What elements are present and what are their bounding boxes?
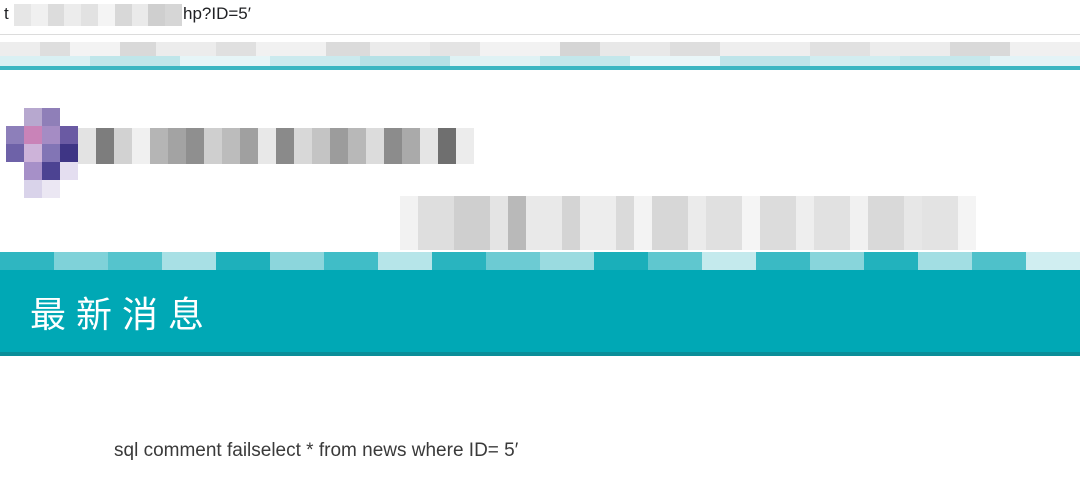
sql-error-message: sql comment failselect * from news where… <box>114 440 519 461</box>
address-bar[interactable]: t hp?ID=5′ <box>0 0 1080 35</box>
url-redacted-mosaic <box>14 4 182 26</box>
url-text-end: hp?ID=5′ <box>183 4 251 23</box>
site-logo-redacted <box>6 108 78 198</box>
site-title-redacted <box>78 128 474 164</box>
url-text-start: t <box>4 4 9 23</box>
nav-underline <box>0 66 1080 70</box>
banner-title: 最新消息 <box>30 295 215 336</box>
site-subtitle-redacted <box>400 196 976 250</box>
top-navigation-tint <box>0 56 1080 66</box>
banner-bottom-border <box>0 352 1080 356</box>
banner-top-stripe <box>0 252 1080 270</box>
